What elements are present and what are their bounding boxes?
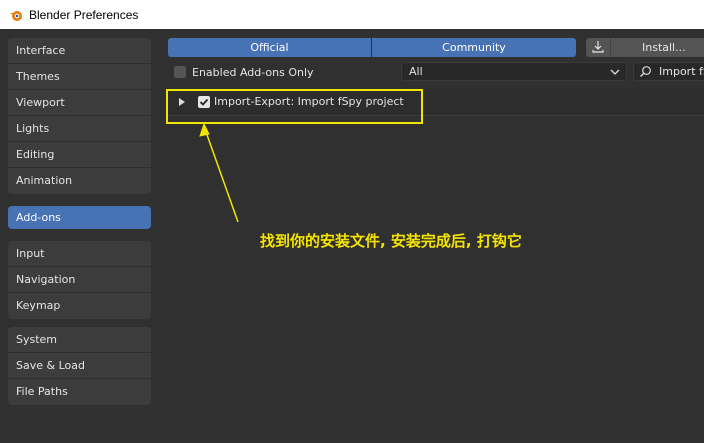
sidebar-item-interface[interactable]: Interface xyxy=(8,38,151,64)
annotation-highlight-box xyxy=(166,89,423,124)
sidebar-item-animation[interactable]: Animation xyxy=(8,168,151,194)
install-button[interactable]: Install... xyxy=(586,38,704,57)
window-title: Blender Preferences xyxy=(29,7,139,22)
enabled-only-toggle[interactable]: Enabled Add-ons Only xyxy=(168,62,314,82)
chevron-down-icon xyxy=(610,67,620,77)
install-label: Install... xyxy=(642,41,686,54)
sidebar-group-input: Input Navigation Keymap xyxy=(8,241,151,319)
sidebar-item-addons[interactable]: Add-ons xyxy=(8,206,151,229)
sidebar-group-display: Interface Themes Viewport Lights Editing… xyxy=(8,38,151,194)
sidebar-item-lights[interactable]: Lights xyxy=(8,116,151,142)
enabled-only-checkbox[interactable] xyxy=(174,66,186,78)
sidebar-item-save-load[interactable]: Save & Load xyxy=(8,353,151,379)
sidebar-item-input[interactable]: Input xyxy=(8,241,151,267)
download-icon xyxy=(591,40,605,54)
annotation-text: 找到你的安装文件, 安装完成后, 打钩它 xyxy=(260,232,522,250)
sidebar-item-viewport[interactable]: Viewport xyxy=(8,90,151,116)
tab-community[interactable]: Community xyxy=(372,38,576,57)
sidebar-item-keymap[interactable]: Keymap xyxy=(8,293,151,319)
preferences-sidebar: Interface Themes Viewport Lights Editing… xyxy=(8,38,151,413)
category-value: All xyxy=(409,65,423,78)
search-icon xyxy=(639,65,652,78)
blender-logo-icon xyxy=(9,8,23,22)
sidebar-item-system[interactable]: System xyxy=(8,327,151,353)
sidebar-group-addons: Add-ons xyxy=(8,206,151,229)
title-bar: Blender Preferences xyxy=(0,0,704,29)
sidebar-item-editing[interactable]: Editing xyxy=(8,142,151,168)
sidebar-item-themes[interactable]: Themes xyxy=(8,64,151,90)
sidebar-group-system: System Save & Load File Paths xyxy=(8,327,151,405)
sidebar-item-file-paths[interactable]: File Paths xyxy=(8,379,151,405)
search-value: Import fS xyxy=(659,65,704,78)
sidebar-item-navigation[interactable]: Navigation xyxy=(8,267,151,293)
enabled-only-label: Enabled Add-ons Only xyxy=(192,65,314,79)
tab-official[interactable]: Official xyxy=(168,38,371,57)
search-input[interactable]: Import fS xyxy=(633,62,704,81)
install-divider xyxy=(610,38,611,57)
category-dropdown[interactable]: All xyxy=(401,62,627,81)
